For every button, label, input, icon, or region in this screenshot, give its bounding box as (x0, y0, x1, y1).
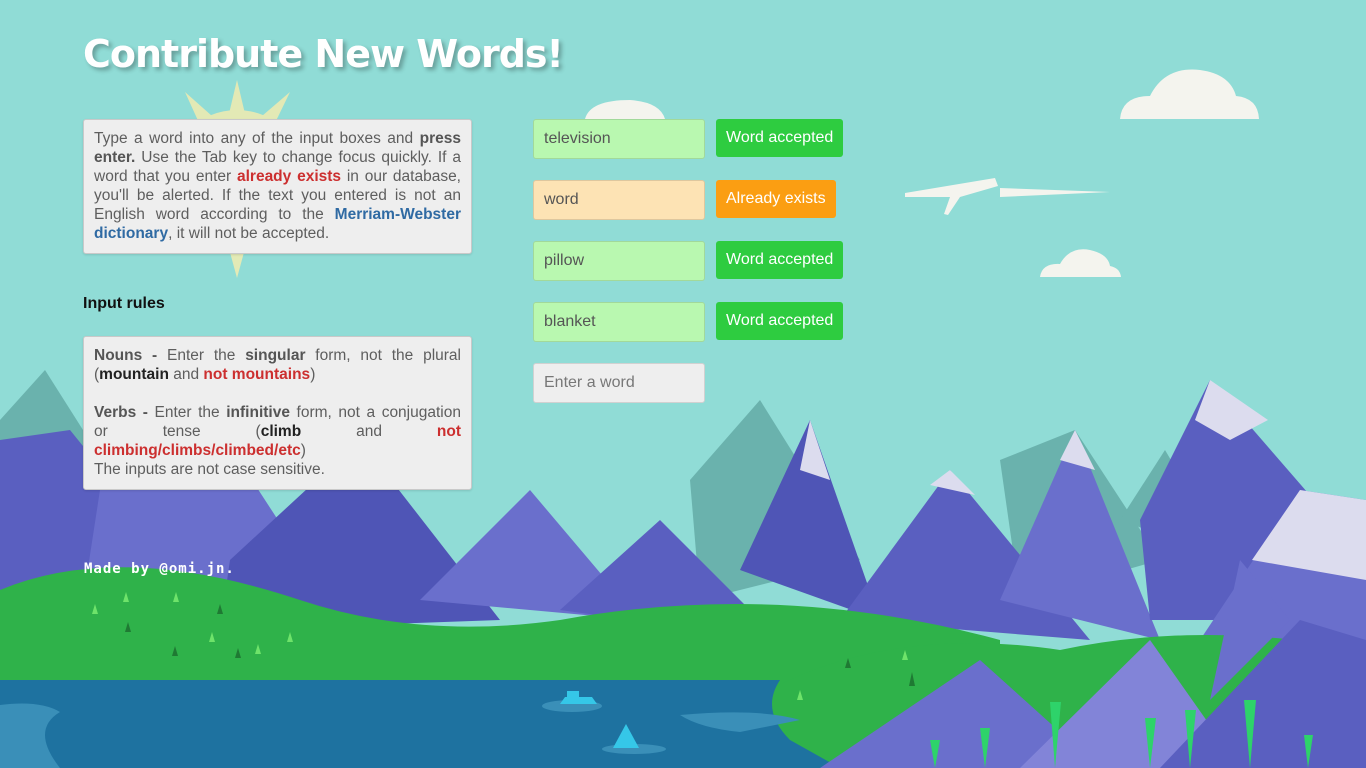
verbs-rule: Verbs - Enter the infinitive form, not a… (94, 403, 461, 479)
word-accepted-badge: Word accepted (716, 302, 844, 340)
noun-bad-example: not mountains (203, 366, 311, 383)
noun-good-example: mountain (99, 366, 169, 383)
singular-keyword: singular (245, 347, 306, 364)
rule-text: ) (310, 366, 316, 383)
already-exists-badge: Already exists (716, 180, 836, 218)
word-input[interactable] (533, 180, 705, 220)
rule-text: Enter the (157, 347, 246, 364)
verb-good-example: climb (260, 423, 302, 440)
word-input[interactable] (533, 119, 705, 159)
input-rules-heading: Input rules (83, 295, 165, 312)
page-title: Contribute New Words! (83, 32, 564, 76)
verbs-label: Verbs - (94, 404, 148, 421)
instructions-already-exists: already exists (236, 168, 342, 185)
nouns-label: Nouns - (94, 347, 158, 364)
nouns-rule: Nouns - Enter the singular form, not the… (94, 346, 461, 384)
word-accepted-badge: Word accepted (716, 241, 844, 279)
rule-text: Enter the (147, 404, 227, 421)
credit-text: Made by @omi.jn. (84, 561, 235, 577)
infinitive-keyword: infinitive (226, 404, 290, 421)
input-rules-panel: Nouns - Enter the singular form, not the… (83, 336, 472, 490)
new-word-input[interactable] (533, 363, 705, 403)
case-sensitivity-note: The inputs are not case sensitive. (94, 461, 325, 478)
word-input[interactable] (533, 302, 705, 342)
rule-text: ) (300, 442, 306, 459)
instructions-text: , it will not be accepted. (168, 225, 330, 242)
word-input[interactable] (533, 241, 705, 281)
word-accepted-badge: Word accepted (716, 119, 844, 157)
rule-text: and (301, 423, 437, 440)
instructions-text: Type a word into any of the input boxes … (94, 130, 420, 147)
rule-text: and (168, 366, 204, 383)
instructions-panel: Type a word into any of the input boxes … (83, 119, 472, 254)
